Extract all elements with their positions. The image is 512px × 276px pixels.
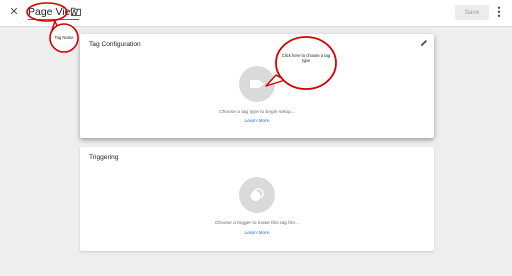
- tag-type-callout: Click here to choose a tag type: [281, 53, 331, 64]
- annotation-layer: [26, 2, 337, 90]
- tag-name-callout: Tag Name: [54, 35, 74, 40]
